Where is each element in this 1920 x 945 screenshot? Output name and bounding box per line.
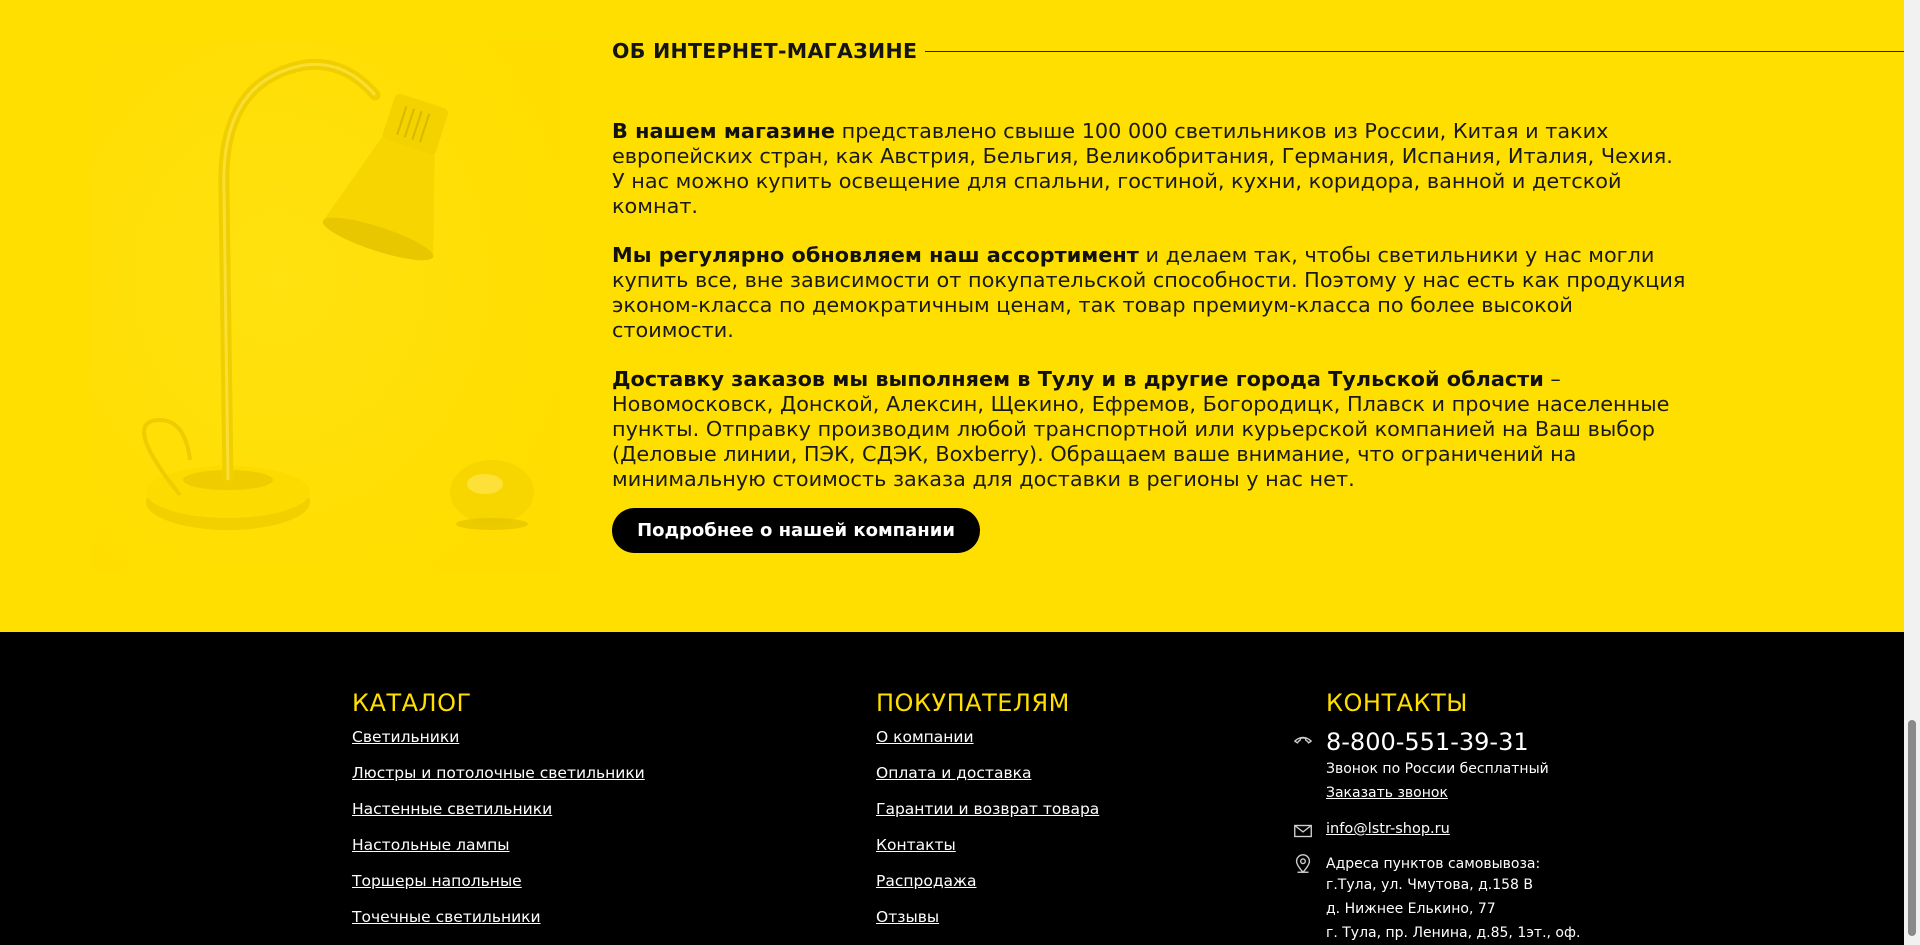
phone-icon: [1294, 736, 1312, 744]
scrollbar-thumb[interactable]: [1908, 720, 1916, 936]
footer-buyers-column: ПОКУПАТЕЛЯМ О компании Оплата и доставка…: [876, 688, 1099, 943]
catalog-link-table-lamps[interactable]: Настольные лампы: [352, 835, 645, 855]
buyers-link-sale[interactable]: Распродажа: [876, 871, 1099, 891]
catalog-link-floor-lamps[interactable]: Торшеры напольные: [352, 871, 645, 891]
about-paragraph-2: Мы регулярно обновляем наш ассортимент и…: [612, 243, 1687, 343]
catalog-link-spotlights[interactable]: Точечные светильники: [352, 907, 645, 927]
about-company-button[interactable]: Подробнее о нашей компании: [612, 508, 980, 553]
catalog-link-wall-lights[interactable]: Настенные светильники: [352, 799, 645, 819]
contacts-heading: КОНТАКТЫ: [1326, 689, 1468, 717]
about-section: ОБ ИНТЕРНЕТ-МАГАЗИНЕ В нашем магазине пр…: [0, 0, 1904, 632]
about-paragraph-2-bold: Мы регулярно обновляем наш ассортимент: [612, 243, 1139, 267]
email-block: info@lstr-shop.ru: [1294, 820, 1580, 838]
about-paragraph-3-bold: Доставку заказов мы выполняем в Тулу и в…: [612, 367, 1544, 391]
buyers-link-contacts[interactable]: Контакты: [876, 835, 1099, 855]
buyers-heading: ПОКУПАТЕЛЯМ: [876, 689, 1070, 717]
buyers-link-reviews[interactable]: Отзывы: [876, 907, 1099, 927]
location-pin-icon: [1295, 854, 1311, 874]
desk-lamp-illustration: [90, 40, 560, 570]
about-paragraph-1-bold: В нашем магазине: [612, 119, 835, 143]
page-scrollbar[interactable]: [1904, 0, 1920, 945]
pickup-addresses-block: Адреса пунктов самовывоза: г.Тула, ул. Ч…: [1295, 854, 1581, 945]
footer-contacts-column: КОНТАКТЫ 8-800-551-39-31 Звонок по Росси…: [1294, 688, 1581, 945]
title-divider-line: [925, 50, 1904, 52]
mail-icon: [1294, 824, 1312, 838]
pickup-address-3: г. Тула, пр. Ленина, д.85, 1эт., оф.: [1326, 925, 1581, 941]
catalog-heading: КАТАЛОГ: [352, 689, 472, 717]
phone-block: 8-800-551-39-31 Звонок по России бесплат…: [1294, 727, 1580, 802]
phone-number[interactable]: 8-800-551-39-31: [1326, 727, 1580, 757]
footer-catalog-column: КАТАЛОГ Светильники Люстры и потолочные …: [352, 688, 645, 943]
about-paragraph-1: В нашем магазине представлено свыше 100 …: [612, 119, 1687, 219]
about-paragraph-3: Доставку заказов мы выполняем в Тулу и в…: [612, 367, 1687, 492]
request-callback-link[interactable]: Заказать звонок: [1326, 784, 1580, 802]
catalog-link-lights[interactable]: Светильники: [352, 727, 645, 747]
buyers-link-about[interactable]: О компании: [876, 727, 1099, 747]
pickup-address-1: г.Тула, ул. Чмутова, д.158 В: [1326, 877, 1534, 893]
pickup-address-2: д. Нижнее Елькино, 77: [1326, 901, 1496, 917]
about-title-row: ОБ ИНТЕРНЕТ-МАГАЗИНЕ: [612, 38, 1904, 64]
email-link[interactable]: info@lstr-shop.ru: [1326, 820, 1580, 838]
buyers-link-payment-delivery[interactable]: Оплата и доставка: [876, 763, 1099, 783]
buyers-link-warranty[interactable]: Гарантии и возврат товара: [876, 799, 1099, 819]
catalog-link-chandeliers[interactable]: Люстры и потолочные светильники: [352, 763, 645, 783]
about-title: ОБ ИНТЕРНЕТ-МАГАЗИНЕ: [612, 39, 918, 63]
about-text: В нашем магазине представлено свыше 100 …: [612, 119, 1687, 516]
phone-note: Звонок по России бесплатный: [1326, 761, 1549, 777]
pickup-title: Адреса пунктов самовывоза:: [1326, 856, 1541, 872]
footer: КАТАЛОГ Светильники Люстры и потолочные …: [0, 632, 1904, 945]
